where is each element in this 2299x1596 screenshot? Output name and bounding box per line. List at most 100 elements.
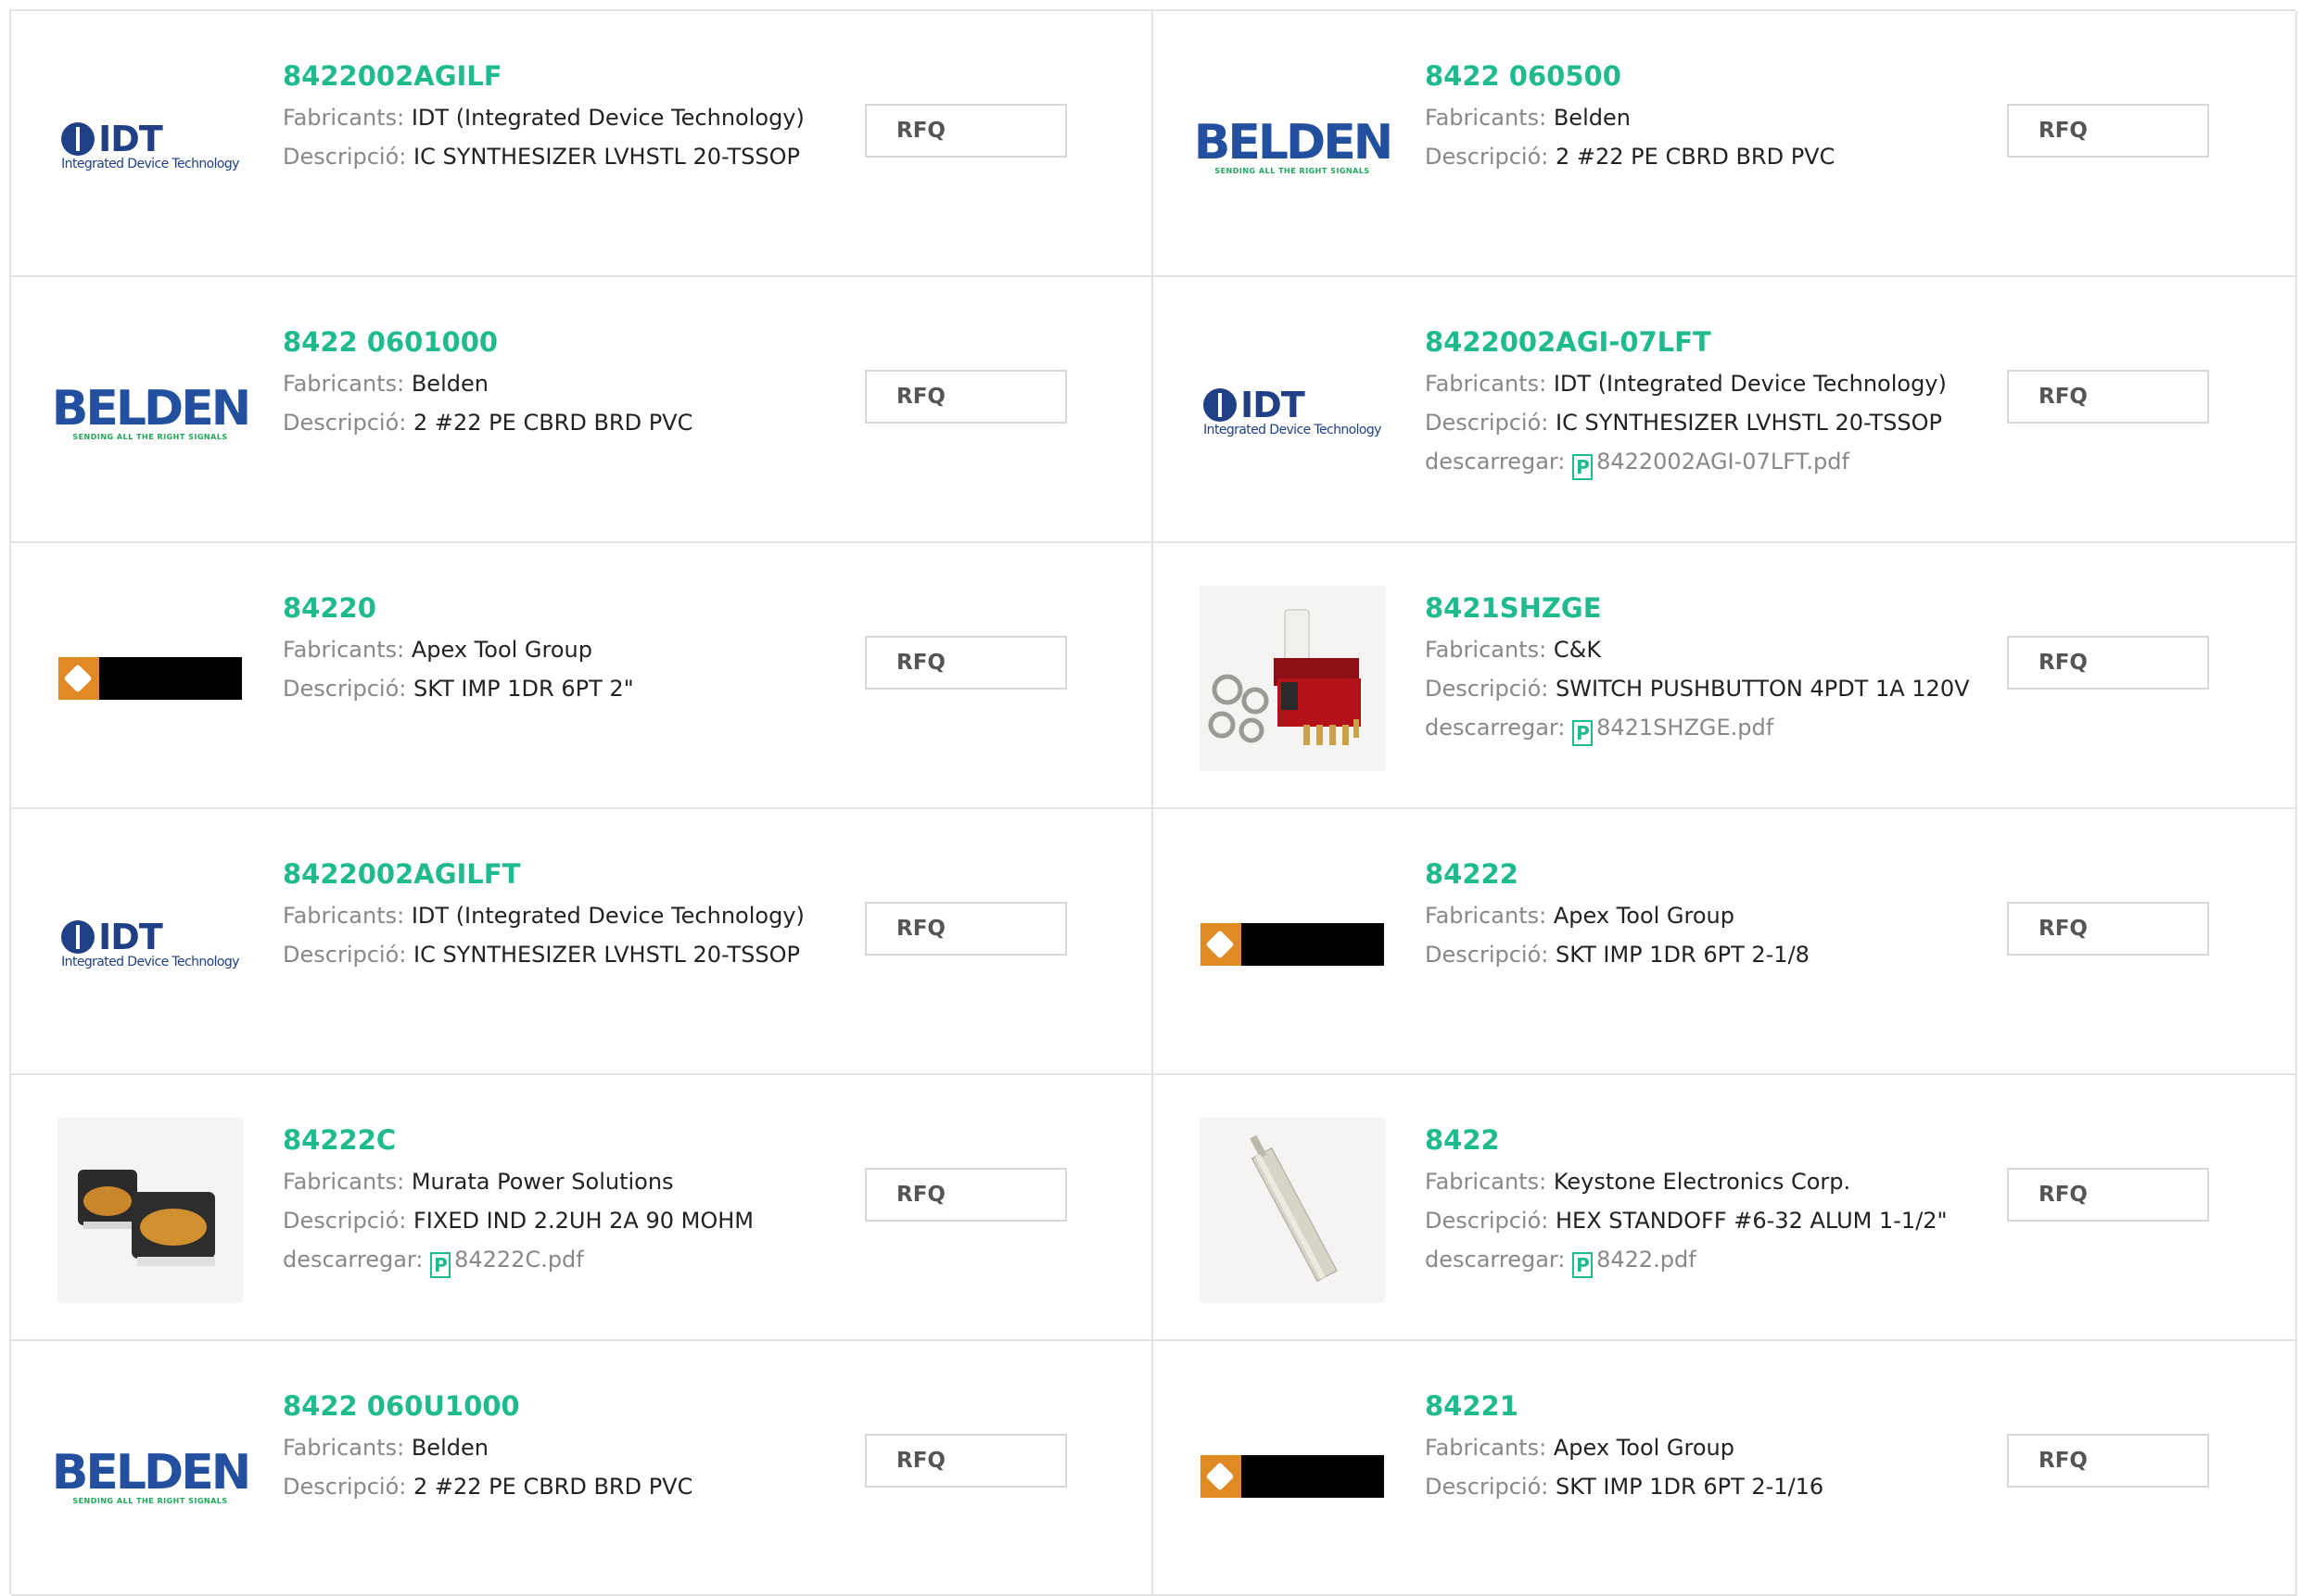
rfq-button[interactable]: RFQ (2007, 1434, 2209, 1488)
manufacturer-row: Fabricants: Keystone Electronics Corp. (1425, 1162, 1981, 1201)
product-info: 8422 0601000 Fabricants: Belden Descripc… (283, 323, 839, 442)
product-card: BELDEN SENDING ALL THE RIGHT SIGNALS 842… (1153, 11, 2297, 277)
description-text: 2 #22 PE CBRD BRD PVC (413, 410, 693, 436)
rfq-button[interactable]: RFQ (2007, 636, 2209, 690)
manufacturer-label: Fabricants: (283, 637, 405, 663)
manufacturer-logo[interactable] (57, 586, 243, 771)
rfq-button[interactable]: RFQ (865, 1434, 1067, 1488)
part-number-link[interactable]: 84222 (1425, 855, 1981, 896)
product-card: IDT Integrated Device Technology 8422002… (11, 11, 1153, 277)
manufacturer-label: Fabricants: (283, 903, 405, 929)
description-row: Descripció: IC SYNTHESIZER LVHSTL 20-TSS… (283, 137, 839, 176)
pdf-icon[interactable]: P (1572, 454, 1594, 480)
part-number-link[interactable]: 84220 (283, 589, 839, 630)
description-text: SKT IMP 1DR 6PT 2" (413, 676, 634, 702)
rfq-button[interactable]: RFQ (865, 902, 1067, 956)
rfq-button[interactable]: RFQ (2007, 370, 2209, 424)
datasheet-link[interactable]: 8422.pdf (1596, 1247, 1696, 1273)
manufacturer-label: Fabricants: (1425, 903, 1547, 929)
download-label: descarregar: (1425, 715, 1566, 741)
manufacturer-logo[interactable]: IDT Integrated Device Technology (57, 54, 243, 239)
part-number-link[interactable]: 8422 0601000 (283, 323, 839, 364)
description-text: HEX STANDOFF #6-32 ALUM 1-1/2" (1556, 1208, 1948, 1234)
part-number-link[interactable]: 8421SHZGE (1425, 589, 1981, 630)
rfq-button[interactable]: RFQ (2007, 104, 2209, 158)
manufacturer-row: Fabricants: IDT (Integrated Device Techn… (283, 98, 839, 137)
part-number-link[interactable]: 8422002AGILFT (283, 855, 839, 896)
manufacturer-logo[interactable] (1200, 1384, 1385, 1569)
description-label: Descripció: (1425, 942, 1549, 968)
product-info: 8422002AGILF Fabricants: IDT (Integrated… (283, 57, 839, 176)
manufacturer-name: Keystone Electronics Corp. (1553, 1169, 1851, 1195)
manufacturer-label: Fabricants: (1425, 1435, 1547, 1461)
part-number-link[interactable]: 8422002AGI-07LFT (1425, 323, 1981, 364)
manufacturer-row: Fabricants: Apex Tool Group (1425, 896, 1981, 935)
rfq-button[interactable]: RFQ (2007, 902, 2209, 956)
description-text: 2 #22 PE CBRD BRD PVC (1556, 144, 1835, 170)
product-card: BELDEN SENDING ALL THE RIGHT SIGNALS 842… (11, 1341, 1153, 1596)
product-card: 8422 Fabricants: Keystone Electronics Co… (1153, 1075, 2297, 1341)
part-number-link[interactable]: 8422 060U1000 (283, 1387, 839, 1428)
product-info: 84220 Fabricants: Apex Tool Group Descri… (283, 589, 839, 708)
apex-logo (58, 657, 242, 700)
part-number-link[interactable]: 8422002AGILF (283, 57, 839, 98)
description-label: Descripció: (283, 410, 407, 436)
rfq-button[interactable]: RFQ (865, 104, 1067, 158)
part-number-link[interactable]: 8422 (1425, 1121, 1981, 1162)
manufacturer-row: Fabricants: C&K (1425, 630, 1981, 669)
description-row: Descripció: FIXED IND 2.2UH 2A 90 MOHM (283, 1201, 839, 1240)
product-card: IDT Integrated Device Technology 8422002… (11, 809, 1153, 1075)
apex-logo (1200, 1455, 1384, 1498)
download-row: descarregar: P 84222C.pdf (283, 1240, 839, 1279)
manufacturer-logo[interactable]: BELDEN SENDING ALL THE RIGHT SIGNALS (52, 1384, 251, 1569)
manufacturer-label: Fabricants: (283, 1169, 405, 1195)
pdf-icon[interactable]: P (1572, 1252, 1594, 1278)
product-card: 84221 Fabricants: Apex Tool Group Descri… (1153, 1341, 2297, 1596)
manufacturer-logo[interactable] (1200, 852, 1385, 1037)
product-card: 84220 Fabricants: Apex Tool Group Descri… (11, 543, 1153, 809)
manufacturer-logo[interactable]: IDT Integrated Device Technology (57, 852, 243, 1037)
manufacturer-logo[interactable]: BELDEN SENDING ALL THE RIGHT SIGNALS (52, 320, 251, 505)
product-card: 84222C Fabricants: Murata Power Solution… (11, 1075, 1153, 1341)
manufacturer-logo[interactable]: IDT Integrated Device Technology (1200, 320, 1385, 505)
apex-logo (1200, 923, 1384, 966)
rfq-button[interactable]: RFQ (865, 370, 1067, 424)
manufacturer-name: Belden (1553, 105, 1631, 131)
product-card: BELDEN SENDING ALL THE RIGHT SIGNALS 842… (11, 277, 1153, 543)
description-label: Descripció: (1425, 144, 1549, 170)
description-text: IC SYNTHESIZER LVHSTL 20-TSSOP (413, 942, 800, 968)
datasheet-link[interactable]: 8422002AGI-07LFT.pdf (1596, 449, 1849, 475)
manufacturer-label: Fabricants: (1425, 637, 1547, 663)
manufacturer-row: Fabricants: IDT (Integrated Device Techn… (1425, 364, 1981, 403)
download-row: descarregar: P 8422.pdf (1425, 1240, 1981, 1279)
pdf-icon[interactable]: P (1572, 720, 1594, 746)
download-label: descarregar: (1425, 1247, 1566, 1273)
manufacturer-row: Fabricants: Murata Power Solutions (283, 1162, 839, 1201)
datasheet-link[interactable]: 8421SHZGE.pdf (1596, 715, 1773, 741)
description-label: Descripció: (1425, 1474, 1549, 1500)
datasheet-link[interactable]: 84222C.pdf (454, 1247, 584, 1273)
download-row: descarregar: P 8421SHZGE.pdf (1425, 708, 1981, 747)
description-row: Descripció: SKT IMP 1DR 6PT 2-1/8 (1425, 935, 1981, 974)
manufacturer-logo[interactable]: BELDEN SENDING ALL THE RIGHT SIGNALS (1194, 54, 1393, 239)
manufacturer-logo[interactable] (57, 1118, 243, 1303)
description-text: 2 #22 PE CBRD BRD PVC (413, 1474, 693, 1500)
part-number-link[interactable]: 84222C (283, 1121, 839, 1162)
inductor-photo (57, 1118, 243, 1303)
rfq-button[interactable]: RFQ (865, 1168, 1067, 1222)
rfq-button[interactable]: RFQ (2007, 1168, 2209, 1222)
manufacturer-name: Belden (411, 371, 489, 397)
description-text: SKT IMP 1DR 6PT 2-1/16 (1556, 1474, 1824, 1500)
manufacturer-label: Fabricants: (1425, 371, 1547, 397)
manufacturer-logo[interactable] (1200, 1118, 1385, 1303)
part-number-link[interactable]: 8422 060500 (1425, 57, 1981, 98)
pdf-icon[interactable]: P (430, 1252, 451, 1278)
download-label: descarregar: (283, 1247, 424, 1273)
description-label: Descripció: (1425, 676, 1549, 702)
part-number-link[interactable]: 84221 (1425, 1387, 1981, 1428)
product-info: 8422 060500 Fabricants: Belden Descripci… (1425, 57, 1981, 176)
belden-logo: BELDEN SENDING ALL THE RIGHT SIGNALS (51, 1444, 251, 1505)
description-label: Descripció: (283, 144, 407, 170)
manufacturer-logo[interactable] (1200, 586, 1385, 771)
rfq-button[interactable]: RFQ (865, 636, 1067, 690)
